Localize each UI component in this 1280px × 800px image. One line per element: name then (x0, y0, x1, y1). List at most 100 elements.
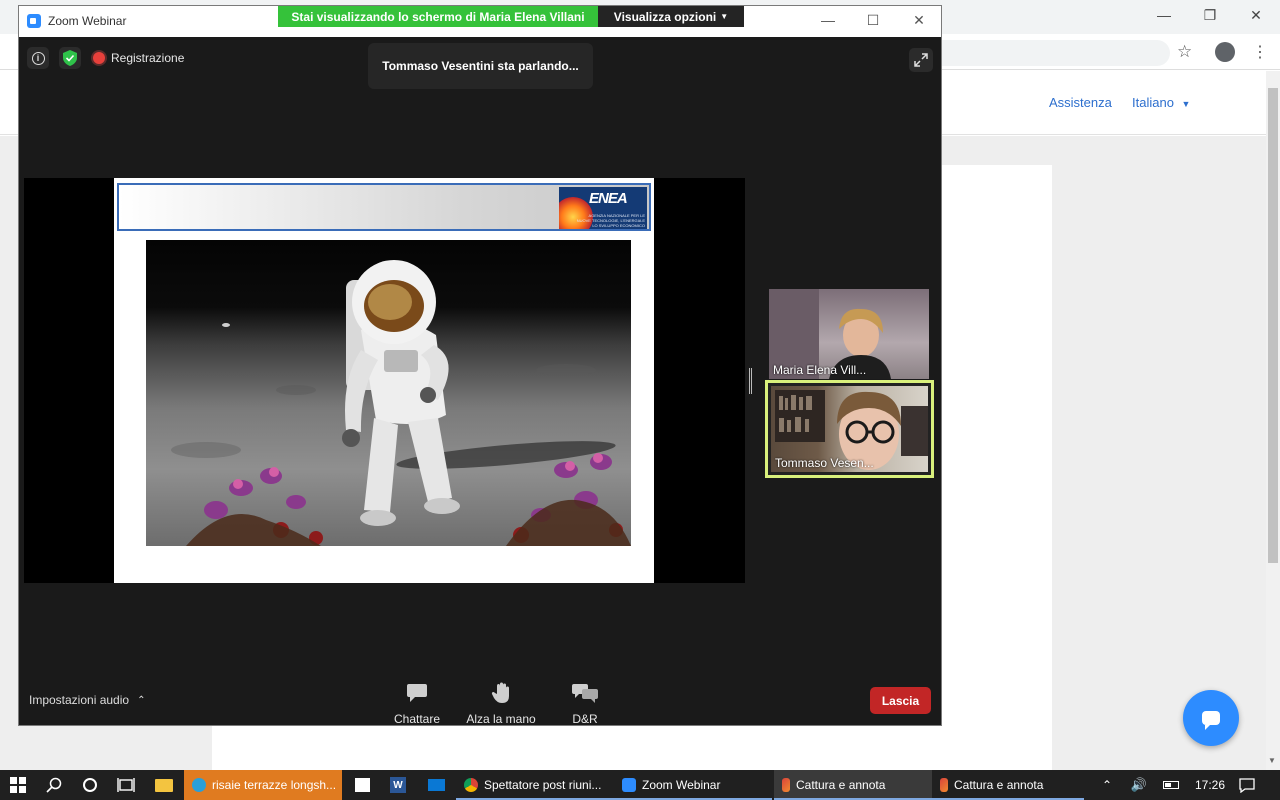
info-icon: i (31, 51, 45, 65)
recording-label: Registrazione (111, 51, 185, 65)
raise-hand-icon (491, 682, 509, 703)
tray-overflow-button[interactable]: ⌃ (1096, 770, 1118, 800)
meeting-info-button[interactable]: i (27, 47, 49, 69)
folder-icon (155, 778, 173, 792)
chrome-icon (464, 778, 478, 792)
task-view-button[interactable] (108, 770, 144, 800)
zoom-maximize-button[interactable]: ☐ (863, 12, 883, 29)
battery-button[interactable] (1160, 770, 1182, 800)
browser-close-button[interactable]: ✕ (1233, 0, 1279, 30)
participant-name: Maria Elena Vill... (773, 363, 867, 377)
screen-share-banner: Stai visualizzando lo schermo di Maria E… (278, 6, 744, 27)
search-button[interactable] (36, 770, 72, 800)
profile-avatar-icon[interactable] (1215, 42, 1235, 62)
battery-icon (1163, 781, 1179, 789)
qa-button[interactable]: D&R (545, 680, 625, 726)
taskbar-item-label: Cattura e annota (796, 778, 886, 792)
notifications-button[interactable] (1234, 770, 1260, 800)
taskbar-item-snip-2[interactable]: Cattura e annota (932, 770, 1084, 800)
participant-video[interactable]: Maria Elena Vill... (769, 289, 929, 379)
speaker-icon: 🔊 (1130, 777, 1148, 792)
taskbar-item-snip-1[interactable]: Cattura e annota (774, 770, 932, 800)
snip-icon (940, 778, 948, 792)
qa-icon (572, 684, 598, 703)
taskbar-item-chrome[interactable]: Spettatore post riuni... (456, 770, 614, 800)
task-view-icon (117, 778, 135, 792)
zoom-logo-icon (27, 14, 41, 28)
recording-dot-icon (93, 52, 105, 64)
taskbar-item-label: Spettatore post riuni... (484, 778, 602, 792)
scroll-down-arrow-icon[interactable]: ▼ (1268, 756, 1276, 765)
expand-icon (914, 53, 928, 67)
word-button[interactable]: W (380, 770, 416, 800)
cortana-icon (83, 778, 97, 792)
taskbar-item-edge[interactable]: risaie terrazze longsh... (184, 770, 342, 800)
clock[interactable]: 17:26 (1190, 770, 1230, 800)
meeting-area: i Registrazione Tommaso Vesentini sta pa… (19, 37, 941, 726)
leave-button[interactable]: Lascia (870, 687, 931, 714)
view-options-label: Visualizza opzioni (613, 9, 717, 24)
zoom-window-title: Zoom Webinar (48, 14, 127, 28)
taskbar-item-label: risaie terrazze longsh... (212, 778, 337, 792)
view-options-button[interactable]: Visualizza opzioni ▼ (598, 6, 744, 27)
enea-logo: ENEA AGENZIA NAZIONALE PER LE NUOVE TECN… (559, 187, 647, 229)
chevron-up-icon: ⌃ (137, 694, 146, 706)
audio-settings-button[interactable]: Impostazioni audio ⌃ (29, 693, 145, 707)
chat-bubble-icon (1202, 711, 1220, 730)
edge-icon (192, 778, 206, 792)
browser-menu-icon[interactable]: ⋮ (1252, 42, 1268, 62)
store-button[interactable] (344, 770, 380, 800)
browser-restore-button[interactable]: ❐ (1187, 0, 1233, 30)
chat-label: Chattare (393, 712, 441, 726)
astronaut-illustration (171, 260, 631, 546)
security-button[interactable] (59, 47, 81, 69)
active-speaker-video[interactable]: Tommaso Vesen... (765, 380, 934, 478)
snip-icon (782, 778, 790, 792)
enea-logo-text: ENEA (589, 190, 628, 207)
search-icon (46, 777, 62, 793)
panel-resize-handle[interactable] (749, 368, 752, 394)
audio-settings-label: Impostazioni audio (29, 693, 130, 707)
language-dropdown[interactable]: Italiano ▼ (1132, 95, 1190, 110)
assistenza-link[interactable]: Assistenza (1049, 95, 1112, 110)
caret-down-icon: ▼ (1181, 99, 1191, 109)
mail-button[interactable] (418, 770, 454, 800)
windows-logo-icon (10, 777, 26, 793)
zoom-close-button[interactable]: ✕ (909, 12, 929, 29)
volume-button[interactable]: 🔊 (1128, 770, 1150, 800)
chevron-up-icon: ⌃ (1101, 778, 1113, 792)
active-speaker-name: Tommaso Vesen... (775, 456, 874, 470)
zoom-minimize-button[interactable]: — (818, 12, 838, 28)
active-speaker-toast: Tommaso Vesentini sta parlando... (368, 43, 593, 89)
taskbar-item-label: Cattura e annota (954, 778, 1044, 792)
language-label: Italiano (1132, 95, 1174, 110)
taskbar-item-label: Zoom Webinar (642, 778, 721, 792)
taskbar: risaie terrazze longsh... W Spettatore p… (0, 770, 1280, 800)
address-bar[interactable] (940, 40, 1170, 66)
zoom-window: Zoom Webinar — ☐ ✕ Stai visualizzando lo… (18, 5, 942, 726)
share-status-text: Stai visualizzando lo schermo di Maria E… (278, 6, 598, 27)
presentation-slide: ENEA AGENZIA NAZIONALE PER LE NUOVE TECN… (114, 178, 654, 583)
browser-minimize-button[interactable]: — (1141, 0, 1187, 30)
shared-screen: ENEA AGENZIA NAZIONALE PER LE NUOVE TECN… (24, 178, 745, 583)
site-chat-button[interactable] (1183, 690, 1239, 746)
taskbar-item-zoom[interactable]: Zoom Webinar (614, 770, 772, 800)
fullscreen-button[interactable] (909, 48, 933, 72)
bookmark-star-icon[interactable]: ☆ (1177, 42, 1192, 62)
slide-header-banner: ENEA AGENZIA NAZIONALE PER LE NUOVE TECN… (117, 183, 651, 231)
raise-hand-button[interactable]: Alza la mano (461, 680, 541, 726)
recording-indicator: Registrazione (93, 51, 184, 65)
start-button[interactable] (0, 770, 36, 800)
store-icon (354, 778, 370, 792)
enea-logo-subtitle: AGENZIA NAZIONALE PER LE NUOVE TECNOLOGI… (576, 213, 645, 229)
chat-button[interactable]: Chattare (377, 680, 457, 726)
zoom-icon (622, 778, 636, 792)
chat-icon (407, 684, 427, 702)
active-speaker-feed: Tommaso Vesen... (771, 386, 928, 472)
qa-label: D&R (572, 712, 598, 726)
page-scrollbar-thumb[interactable] (1268, 88, 1278, 563)
raise-hand-label: Alza la mano (466, 712, 536, 726)
shield-icon (63, 50, 77, 66)
file-explorer-button[interactable] (146, 770, 182, 800)
cortana-button[interactable] (72, 770, 108, 800)
